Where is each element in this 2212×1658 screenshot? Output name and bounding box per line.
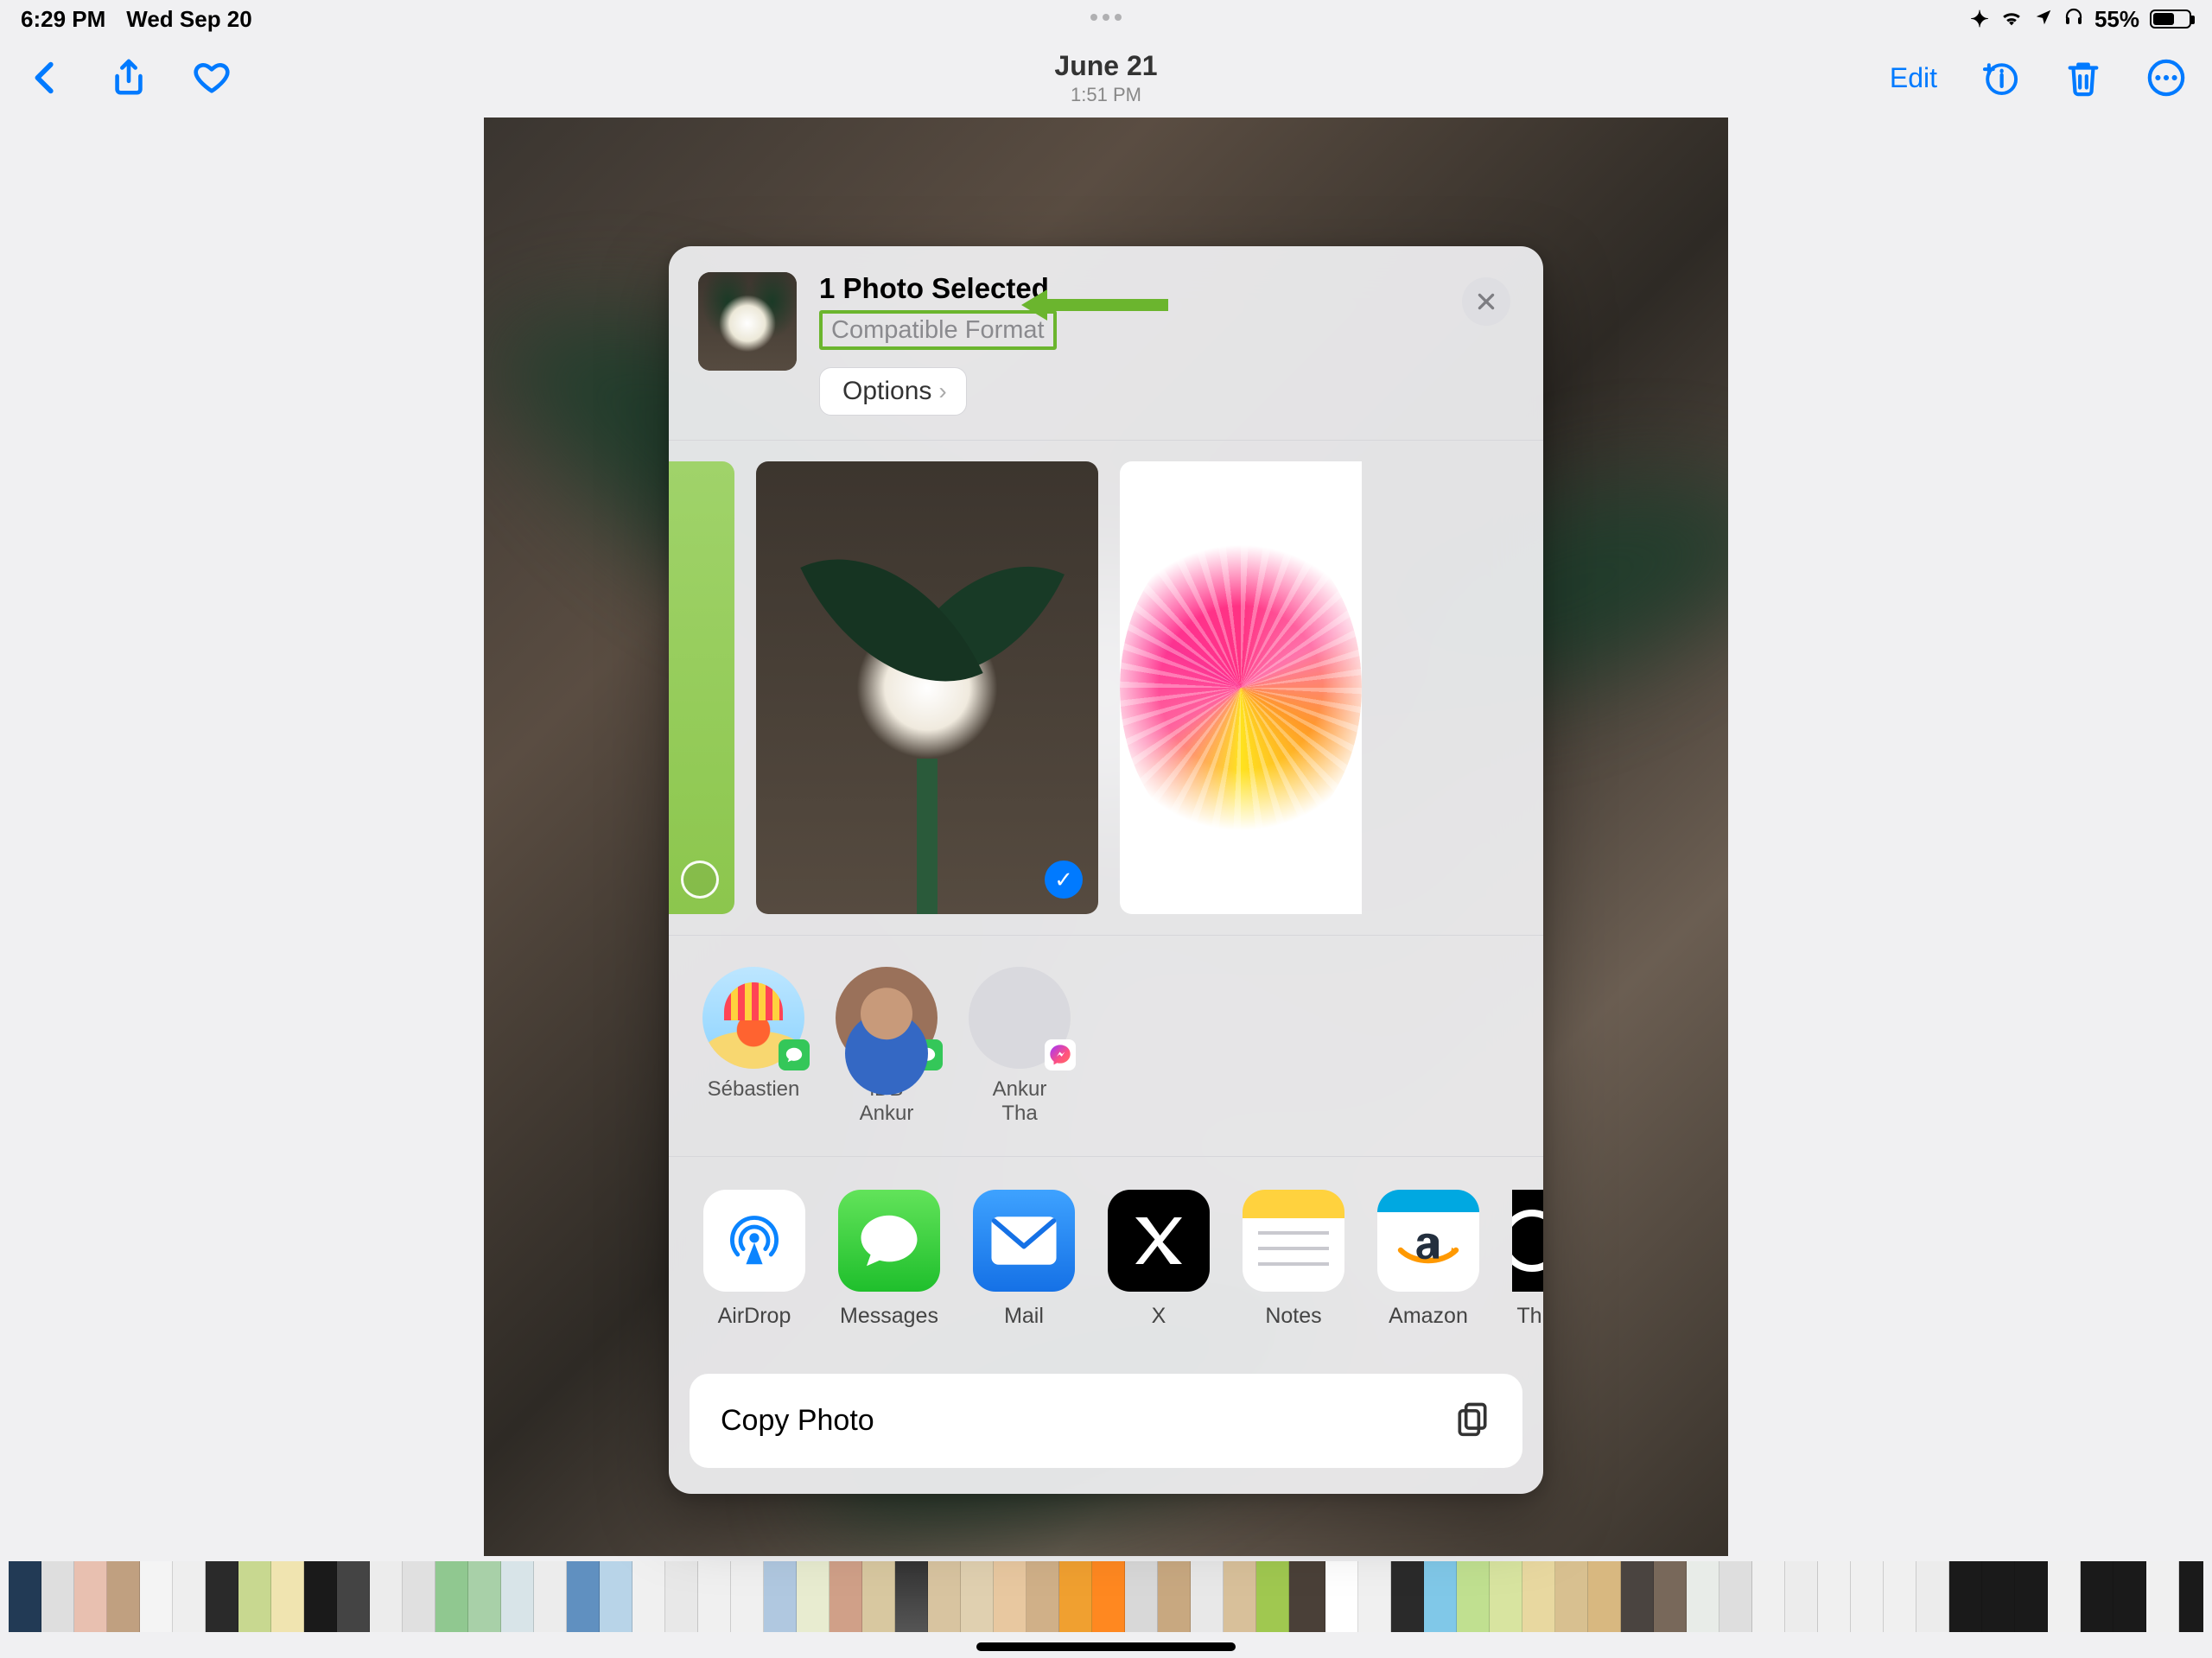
share-button[interactable]	[109, 58, 149, 98]
selection-indicator-off[interactable]	[681, 861, 719, 899]
avatar	[702, 967, 804, 1069]
chevron-right-icon: ›	[938, 378, 946, 405]
messenger-badge-icon	[1045, 1039, 1076, 1070]
share-app-more[interactable]: Th	[1512, 1190, 1543, 1329]
notes-icon	[1243, 1190, 1344, 1292]
airdrop-icon	[703, 1190, 805, 1292]
app-label: X	[1152, 1304, 1166, 1329]
avatar	[969, 967, 1071, 1069]
delete-button[interactable]	[2063, 58, 2103, 98]
share-contact[interactable]: Sébastien	[702, 967, 805, 1125]
photo-viewer-toolbar: June 21 1:51 PM Edit	[0, 38, 2212, 118]
status-date: Wed Sep 20	[126, 6, 251, 33]
app-label: AirDrop	[718, 1304, 791, 1329]
app-label: Mail	[1004, 1304, 1044, 1329]
selectable-photo[interactable]	[1120, 461, 1362, 914]
favorite-button[interactable]	[192, 58, 232, 98]
app-label: Notes	[1265, 1304, 1321, 1329]
photo-date: June 21	[1054, 50, 1157, 82]
x-icon	[1108, 1190, 1210, 1292]
share-app-messages[interactable]: Messages	[838, 1190, 940, 1329]
contact-name: iDB Ankur	[860, 1077, 914, 1125]
share-contact[interactable]: Ankur Tha	[968, 967, 1071, 1125]
multitasking-dots[interactable]	[1090, 14, 1122, 21]
share-contacts-row[interactable]: Sébastien iDB Ankur Ankur Tha	[669, 936, 1543, 1156]
photo-time: 1:51 PM	[1054, 84, 1157, 106]
selectable-photo[interactable]: ✓	[756, 461, 1098, 914]
messages-badge-icon	[912, 1039, 943, 1070]
mail-icon	[973, 1190, 1075, 1292]
app-label: Th	[1516, 1304, 1541, 1329]
share-sheet-header: 1 Photo Selected Compatible Format Optio…	[669, 246, 1543, 440]
close-button[interactable]	[1462, 277, 1510, 326]
share-contact[interactable]: iDB Ankur	[835, 967, 938, 1125]
status-bar: 6:29 PM Wed Sep 20 ✦ 55%	[0, 0, 2212, 38]
selectable-photo[interactable]	[669, 461, 734, 914]
messages-icon	[838, 1190, 940, 1292]
share-app-notes[interactable]: Notes	[1243, 1190, 1344, 1329]
back-button[interactable]	[26, 58, 66, 98]
contact-name: Sébastien	[708, 1077, 800, 1102]
copy-photo-action[interactable]: Copy Photo	[690, 1374, 1522, 1468]
focus-icon: ✦	[1970, 6, 1989, 33]
app-label: Messages	[840, 1304, 938, 1329]
headphones-icon	[2063, 6, 2084, 33]
messages-badge-icon	[779, 1039, 810, 1070]
status-time: 6:29 PM	[21, 6, 105, 33]
edit-button[interactable]: Edit	[1890, 62, 1937, 94]
share-app-airdrop[interactable]: AirDrop	[703, 1190, 805, 1329]
location-icon	[2034, 6, 2053, 33]
info-button[interactable]	[1980, 58, 2020, 98]
photo-filmstrip[interactable]	[9, 1561, 2203, 1632]
share-app-mail[interactable]: Mail	[973, 1190, 1075, 1329]
amazon-icon	[1377, 1190, 1479, 1292]
avatar	[836, 967, 938, 1069]
options-button[interactable]: Options ›	[819, 367, 967, 416]
app-label: Amazon	[1389, 1304, 1468, 1329]
action-label: Copy Photo	[721, 1404, 874, 1438]
toolbar-title: June 21 1:51 PM	[1054, 50, 1157, 106]
selection-indicator-on[interactable]: ✓	[1045, 861, 1083, 899]
share-apps-row[interactable]: AirDrop Messages Mail X Notes	[669, 1157, 1543, 1353]
wifi-icon	[1999, 6, 2024, 33]
options-label: Options	[842, 377, 931, 406]
app-icon-partial	[1512, 1190, 1543, 1292]
battery-icon	[2150, 10, 2191, 29]
battery-pct: 55%	[2094, 6, 2139, 33]
share-actions: Copy Photo	[669, 1353, 1543, 1494]
copy-icon	[1453, 1400, 1491, 1442]
annotation-arrow	[1021, 297, 1168, 313]
more-button[interactable]	[2146, 58, 2186, 98]
home-indicator[interactable]	[976, 1642, 1236, 1651]
contact-name: Ankur Tha	[993, 1077, 1047, 1125]
share-app-x[interactable]: X	[1108, 1190, 1210, 1329]
selected-photo-thumbnail	[698, 272, 797, 371]
share-sheet: 1 Photo Selected Compatible Format Optio…	[669, 246, 1543, 1494]
photo-selection-strip[interactable]: ✓	[669, 441, 1543, 935]
status-right: ✦ 55%	[1970, 6, 2191, 33]
share-app-amazon[interactable]: Amazon	[1377, 1190, 1479, 1329]
